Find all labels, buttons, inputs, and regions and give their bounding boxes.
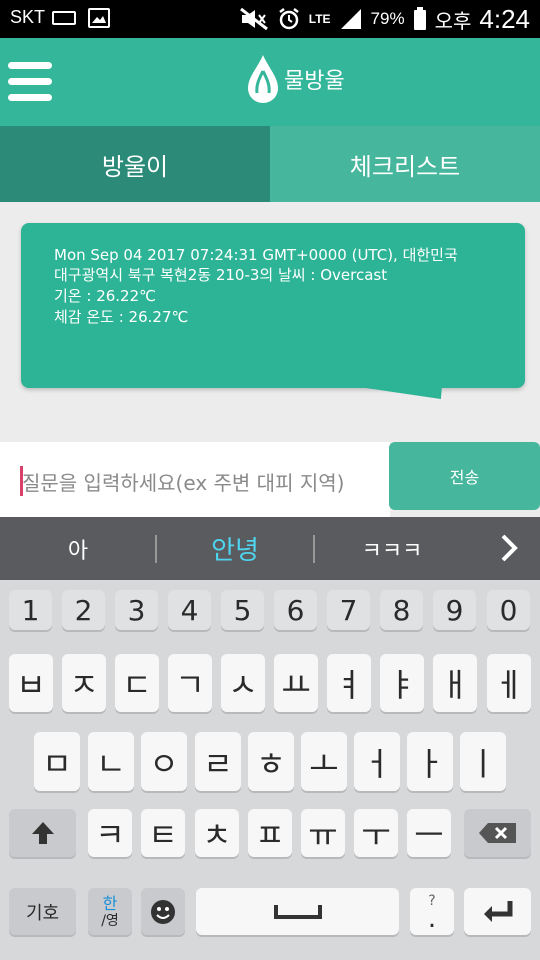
key-0[interactable]: 0: [487, 590, 530, 630]
weather-line-datetime: Mon Sep 04 2017 07:24:31 GMT+0000 (UTC),…: [54, 246, 458, 264]
key-i[interactable]: ㅣ: [460, 732, 506, 791]
emoji-key[interactable]: [141, 888, 185, 935]
weather-line-temperature: 기온 : 26.22℃: [54, 287, 156, 305]
app-bar: 물방울: [0, 38, 540, 126]
tab-checklist[interactable]: 체크리스트: [270, 126, 540, 202]
key-5[interactable]: 5: [221, 590, 264, 630]
backspace-key[interactable]: [464, 809, 531, 857]
battery-percent: 79%: [370, 9, 405, 28]
lang-label-english: /영: [101, 912, 119, 929]
key-rieul[interactable]: ㄹ: [195, 732, 241, 791]
key-a[interactable]: ㅏ: [407, 732, 453, 791]
key-pieup[interactable]: ㅍ: [248, 809, 292, 857]
key-ieung[interactable]: ㅇ: [141, 732, 187, 791]
space-icon: [273, 904, 322, 919]
key-6[interactable]: 6: [274, 590, 317, 630]
key-4[interactable]: 4: [168, 590, 211, 630]
key-yu[interactable]: ㅠ: [301, 809, 345, 857]
key-eu[interactable]: ㅡ: [407, 809, 451, 857]
suggestion-2[interactable]: 안녕: [156, 517, 314, 580]
language-toggle-key[interactable]: 한 /영: [88, 888, 132, 935]
question-placeholder: 질문을 입력하세요(ex 주변 대피 지역): [22, 471, 345, 495]
ampm-label: 오후: [434, 10, 472, 33]
status-bar: SKT LTE 79% 오후 4:24: [0, 0, 540, 38]
question-input[interactable]: 질문을 입력하세요(ex 주변 대피 지역): [0, 442, 390, 517]
key-digeut[interactable]: ㄷ: [115, 654, 159, 712]
period-key[interactable]: ? .: [410, 888, 454, 935]
alarm-icon: [279, 8, 299, 30]
key-kieuk[interactable]: ㅋ: [88, 809, 132, 857]
image-icon: [88, 8, 110, 28]
tab-bangul[interactable]: 방울이: [0, 126, 270, 202]
mute-icon: [239, 7, 268, 31]
key-giyeok[interactable]: ㄱ: [168, 654, 212, 712]
key-u[interactable]: ㅜ: [354, 809, 398, 857]
emoji-icon: [151, 899, 175, 924]
key-siot[interactable]: ㅅ: [221, 654, 265, 712]
key-bieup[interactable]: ㅂ: [9, 654, 53, 712]
key-o[interactable]: ㅗ: [301, 732, 347, 791]
space-key[interactable]: [196, 888, 399, 935]
enter-icon: [483, 900, 512, 922]
weather-message-bubble: Mon Sep 04 2017 07:24:31 GMT+0000 (UTC),…: [21, 223, 525, 388]
tab-bar: 방울이 체크리스트: [0, 126, 540, 202]
key-tieut[interactable]: ㅌ: [141, 809, 185, 857]
soft-keyboard: 아 안녕 ㅋㅋㅋ 1 2 3 4 5 6 7 8 9 0 ㅂ ㅈ ㄷ ㄱ ㅅ ㅛ…: [0, 517, 540, 960]
backspace-icon: [478, 823, 516, 843]
battery-icon: [413, 7, 426, 30]
key-ae[interactable]: ㅐ: [433, 654, 477, 712]
lang-label-korean: 한: [102, 893, 118, 913]
bubble-tail: [260, 373, 444, 399]
key-9[interactable]: 9: [433, 590, 476, 630]
network-label: LTE: [308, 12, 331, 26]
text-caret: [20, 466, 23, 496]
key-2[interactable]: 2: [62, 590, 105, 630]
keyboard-icon: [52, 11, 76, 25]
clock-time: 4:24: [479, 3, 530, 34]
app-name: 물방울: [284, 69, 345, 94]
key-eo[interactable]: ㅓ: [354, 732, 400, 791]
key-chieut[interactable]: ㅊ: [195, 809, 239, 857]
app-logo: 물방울: [246, 52, 345, 106]
chevron-right-icon[interactable]: [492, 531, 526, 565]
key-yo[interactable]: ㅛ: [274, 654, 318, 712]
key-1[interactable]: 1: [9, 590, 52, 630]
suggestion-1[interactable]: 아: [0, 517, 156, 580]
key-mieum[interactable]: ㅁ: [34, 732, 80, 791]
key-8[interactable]: 8: [380, 590, 423, 630]
key-e[interactable]: ㅔ: [487, 654, 531, 712]
question-input-row: 질문을 입력하세요(ex 주변 대피 지역) 전송: [0, 442, 540, 517]
key-7[interactable]: 7: [327, 590, 370, 630]
carrier-label: SKT: [10, 7, 46, 27]
suggestion-bar: 아 안녕 ㅋㅋㅋ: [0, 517, 540, 580]
shift-key[interactable]: [9, 809, 76, 857]
weather-line-feels-like: 체감 온도 : 26.27℃: [54, 308, 189, 326]
key-jieut[interactable]: ㅈ: [62, 654, 106, 712]
key-ya[interactable]: ㅑ: [380, 654, 424, 712]
enter-key[interactable]: [464, 888, 531, 935]
signal-icon: [340, 9, 361, 29]
key-3[interactable]: 3: [115, 590, 158, 630]
hamburger-icon[interactable]: [8, 62, 52, 102]
key-yeo[interactable]: ㅕ: [327, 654, 371, 712]
suggestion-3[interactable]: ㅋㅋㅋ: [314, 517, 470, 580]
period-label: .: [427, 903, 437, 934]
chat-area: Mon Sep 04 2017 07:24:31 GMT+0000 (UTC),…: [0, 202, 540, 442]
send-button[interactable]: 전송: [389, 442, 540, 510]
symbols-key[interactable]: 기호: [9, 888, 76, 935]
weather-line-location: 대구광역시 북구 복현2동 210-3의 날씨 : Overcast: [54, 266, 388, 284]
key-nieun[interactable]: ㄴ: [88, 732, 134, 791]
key-hieut[interactable]: ㅎ: [248, 732, 294, 791]
water-drop-icon: [248, 55, 278, 103]
shift-icon: [31, 822, 54, 844]
